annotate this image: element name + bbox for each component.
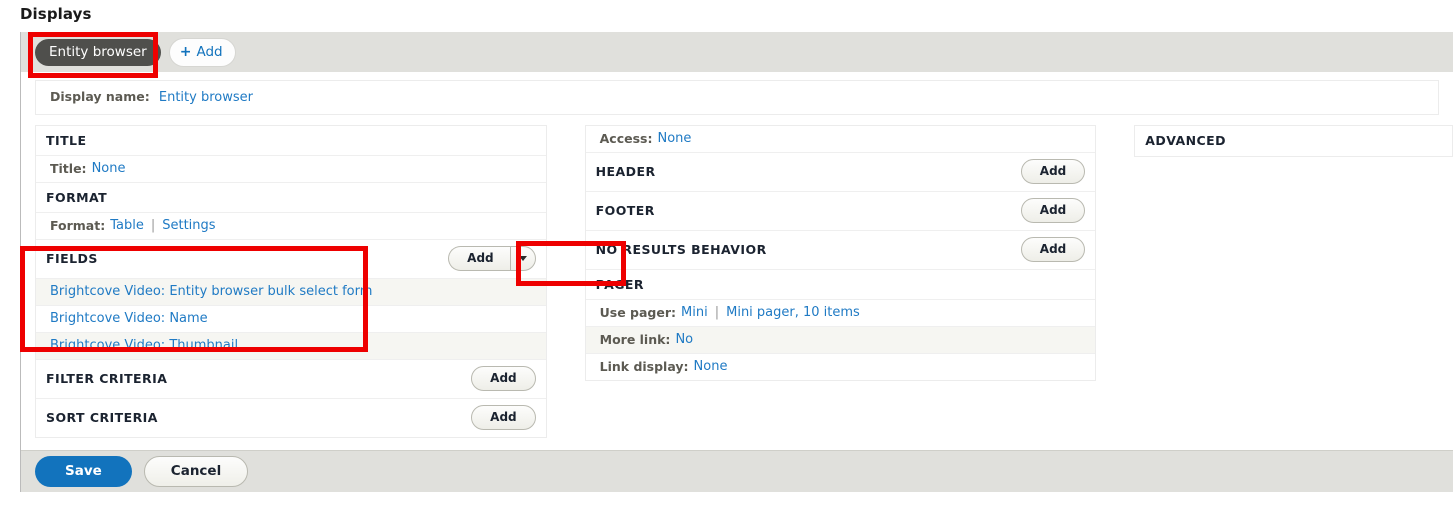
section-pager-heading: PAGER: [595, 276, 644, 292]
title-label: Title:: [50, 161, 87, 176]
section-header-heading: HEADER: [595, 164, 656, 179]
section-pager: PAGER: [585, 270, 1096, 300]
format-separator: |: [150, 218, 156, 233]
section-format-heading: FORMAT: [46, 189, 108, 205]
format-settings-link[interactable]: Settings: [162, 218, 215, 233]
filter-criteria-add-button[interactable]: Add: [471, 366, 536, 391]
cancel-button[interactable]: Cancel: [143, 456, 249, 487]
field-link-0[interactable]: Brightcove Video: Entity browser bulk se…: [50, 284, 372, 299]
more-link-label: More link:: [599, 332, 671, 347]
column-middle: Access: None HEADER Add FOOTER Add NO RE…: [584, 125, 1097, 381]
list-item: Brightcove Video: Entity browser bulk se…: [36, 279, 546, 306]
field-link-2[interactable]: Brightcove Video: Thumbnail: [50, 338, 238, 353]
use-pager-label: Use pager:: [599, 305, 677, 320]
field-link-1[interactable]: Brightcove Video: Name: [50, 311, 208, 326]
row-use-pager: Use pager: Mini | Mini pager, 10 items: [585, 300, 1096, 327]
section-format: FORMAT: [36, 183, 546, 213]
link-display-label: Link display:: [599, 359, 689, 374]
access-value-link[interactable]: None: [657, 131, 691, 146]
more-link-value-link[interactable]: No: [675, 332, 693, 347]
fields-add-split-button[interactable]: Add: [448, 246, 536, 271]
list-item: Brightcove Video: Name: [36, 306, 546, 333]
save-button[interactable]: Save: [35, 456, 132, 487]
row-access: Access: None: [585, 126, 1096, 153]
list-item: Brightcove Video: Thumbnail: [36, 333, 546, 360]
section-title-heading: TITLE: [46, 132, 87, 148]
tab-entity-browser[interactable]: Entity browser: [35, 38, 161, 66]
add-display-button[interactable]: + Add: [168, 37, 236, 67]
title-value-link[interactable]: None: [92, 161, 126, 176]
add-display-label: Add: [196, 43, 223, 60]
section-sort-criteria-heading: SORT CRITERIA: [46, 410, 158, 425]
section-advanced-heading: ADVANCED: [1145, 133, 1226, 148]
section-no-results-behavior: NO RESULTS BEHAVIOR Add: [585, 231, 1096, 270]
display-name-label: Display name:: [50, 89, 150, 104]
display-tabs-bar: Entity browser + Add: [21, 32, 1453, 72]
plus-icon: +: [179, 43, 192, 60]
row-format: Format: Table | Settings: [36, 213, 546, 240]
chevron-down-icon: [518, 256, 527, 261]
views-edit-container: Entity browser + Add Display name: Entit…: [20, 32, 1453, 492]
fields-add-button[interactable]: Add: [448, 246, 510, 271]
sort-criteria-add-button[interactable]: Add: [471, 405, 536, 430]
pager-separator: |: [714, 305, 720, 320]
display-name-row: Display name: Entity browser: [35, 80, 1439, 115]
section-filter-criteria: FILTER CRITERIA Add: [36, 360, 546, 399]
format-label: Format:: [50, 218, 106, 233]
format-value-link[interactable]: Table: [110, 218, 144, 233]
display-name-strip: Display name: Entity browser: [21, 72, 1453, 125]
display-name-link[interactable]: Entity browser: [159, 90, 253, 105]
section-footer-heading: FOOTER: [595, 203, 655, 218]
section-header: HEADER Add: [585, 153, 1096, 192]
section-footer: FOOTER Add: [585, 192, 1096, 231]
page-title: Displays: [20, 5, 92, 23]
section-fields: FIELDS Add: [36, 240, 546, 279]
footer-add-button[interactable]: Add: [1020, 198, 1086, 223]
pager-detail-link[interactable]: Mini pager, 10 items: [726, 305, 860, 320]
row-title: Title: None: [36, 156, 546, 183]
no-results-add-button[interactable]: Add: [1020, 237, 1086, 262]
column-left: TITLE Title: None FORMAT Format: Table |…: [35, 125, 547, 438]
link-display-value-link[interactable]: None: [694, 359, 728, 374]
column-advanced: ADVANCED: [1134, 125, 1453, 157]
section-fields-heading: FIELDS: [46, 251, 98, 266]
access-label: Access:: [599, 131, 653, 146]
section-sort-criteria: SORT CRITERIA Add: [36, 399, 546, 437]
form-actions-bar: Save Cancel: [21, 450, 1453, 492]
row-more-link: More link: No: [585, 327, 1096, 354]
row-link-display: Link display: None: [586, 354, 1096, 380]
section-title: TITLE: [36, 126, 546, 156]
section-no-results-heading: NO RESULTS BEHAVIOR: [595, 242, 767, 257]
use-pager-value-link[interactable]: Mini: [681, 305, 708, 320]
header-add-button[interactable]: Add: [1020, 159, 1086, 184]
section-advanced[interactable]: ADVANCED: [1135, 126, 1452, 156]
settings-columns: TITLE Title: None FORMAT Format: Table |…: [21, 125, 1453, 438]
fields-add-dropdown-button[interactable]: [509, 246, 536, 271]
section-filter-criteria-heading: FILTER CRITERIA: [46, 371, 168, 386]
